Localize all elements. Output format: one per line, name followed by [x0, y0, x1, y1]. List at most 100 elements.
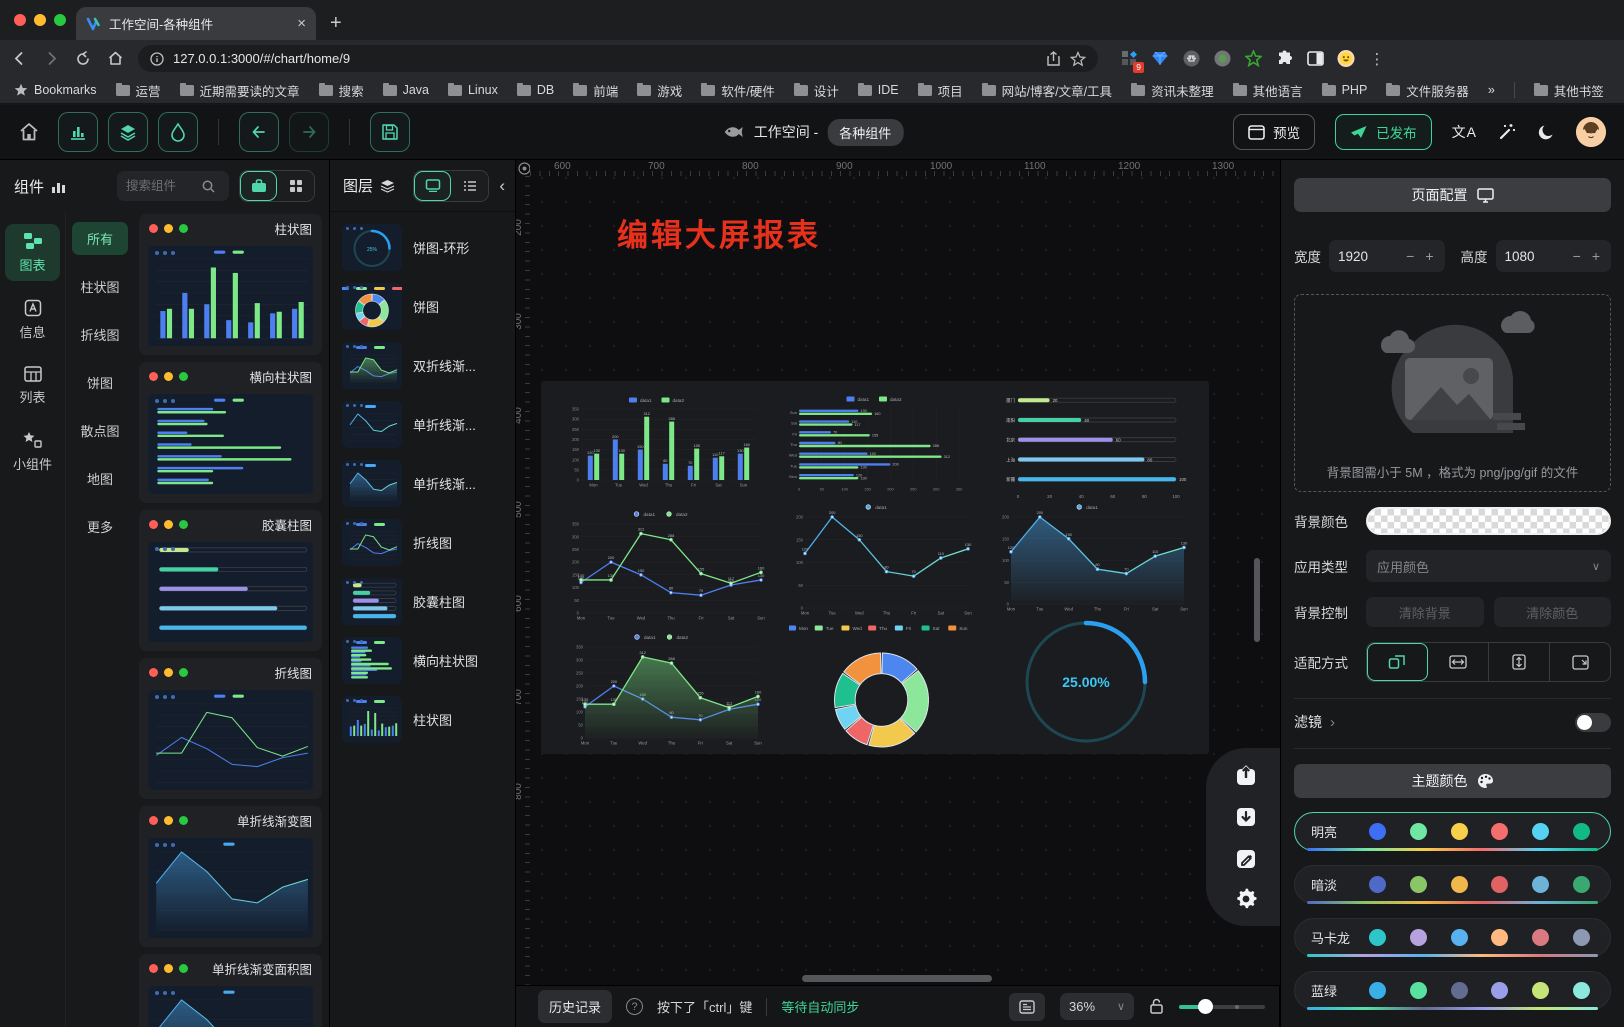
width-stepper[interactable]: 1920 − + — [1329, 240, 1445, 272]
new-tab-button[interactable]: + — [330, 10, 342, 36]
canvas-horizontal-scrollbar[interactable] — [802, 975, 992, 982]
close-window-button[interactable] — [14, 14, 26, 26]
canvas-text-title[interactable]: 编辑大屏报表 — [617, 210, 821, 255]
grid-view-button[interactable] — [277, 171, 314, 201]
sidebar-item-图表[interactable]: 图表 — [5, 224, 60, 281]
category-散点图[interactable]: 散点图 — [72, 414, 128, 447]
browser-tab[interactable]: 工作空间-各种组件 × — [76, 7, 316, 40]
forward-icon[interactable] — [42, 50, 60, 68]
extension-blocks-icon[interactable]: 9 — [1120, 50, 1138, 68]
canvas-chart-胶囊柱图[interactable]: 厦门20南阳40北京60上海80新疆100020406080100 — [993, 391, 1198, 501]
save-button[interactable] — [370, 112, 410, 152]
height-plus-button[interactable]: + — [1590, 248, 1602, 264]
component-card[interactable]: 单折线渐变图 — [139, 806, 322, 947]
sidebar-item-信息[interactable]: 信息 — [5, 291, 60, 348]
bookmark-item[interactable]: 游戏 — [637, 81, 682, 100]
clear-background-button[interactable]: 清除背景 — [1366, 597, 1484, 627]
layer-item[interactable]: 双折线渐... — [342, 342, 505, 389]
canvas-chart-饼图[interactable]: MonTueWedThuFriSatSun — [789, 621, 974, 751]
dashboard-preview[interactable]: data1data2050100150200250300350120200150… — [541, 381, 1209, 754]
history-button[interactable]: 历史记录 — [538, 990, 612, 1023]
filter-toggle[interactable] — [1575, 713, 1611, 732]
project-name-badge[interactable]: 各种组件 — [827, 119, 903, 146]
extension-gem-icon[interactable] — [1151, 50, 1169, 68]
bookmark-item[interactable]: IDE — [858, 81, 899, 100]
magic-wand-icon[interactable] — [1497, 122, 1517, 142]
layer-item[interactable]: 横向柱状图 — [342, 637, 505, 684]
layer-item[interactable]: 单折线渐... — [342, 401, 505, 448]
canvas-vertical-scrollbar[interactable] — [1254, 558, 1260, 642]
layer-item[interactable]: 单折线渐... — [342, 460, 505, 507]
back-icon[interactable] — [10, 50, 28, 68]
width-plus-button[interactable]: + — [1423, 248, 1435, 264]
bookmark-item[interactable]: 搜索 — [319, 81, 364, 100]
canvas-chart-饼图-环形[interactable]: 25.00% — [986, 609, 1186, 751]
layer-item[interactable]: 胶囊柱图 — [342, 578, 505, 625]
browser-menu-icon[interactable]: ⋮ — [1368, 50, 1386, 68]
lock-icon[interactable] — [1149, 998, 1164, 1015]
bookmark-item[interactable]: 文件服务器 — [1386, 81, 1469, 100]
canvas-chart-横向柱状图[interactable]: data1data2050100150200250300350120200150… — [779, 393, 979, 493]
tab-close-icon[interactable]: × — [297, 15, 306, 32]
reload-icon[interactable] — [74, 50, 92, 68]
search-input[interactable] — [126, 179, 196, 193]
minimize-window-button[interactable] — [34, 14, 46, 26]
bookmark-item[interactable]: 软件/硬件 — [701, 81, 774, 100]
layer-item[interactable]: 25%饼图-环形 — [342, 224, 505, 271]
theme-drop-tool-button[interactable] — [158, 112, 198, 152]
component-card[interactable]: 胶囊柱图 — [139, 510, 322, 651]
bookmark-item[interactable]: 项目 — [918, 81, 963, 100]
collapse-panel-icon[interactable]: ‹ — [499, 176, 505, 196]
help-icon[interactable]: ? — [626, 998, 643, 1015]
extension-star-icon[interactable] — [1244, 50, 1262, 68]
site-info-icon[interactable] — [150, 52, 164, 66]
zoom-slider[interactable] — [1179, 1005, 1265, 1009]
maximize-window-button[interactable] — [54, 14, 66, 26]
extension-circle-icon[interactable] — [1213, 50, 1231, 68]
bookmark-item[interactable]: Java — [383, 81, 429, 100]
charts-tool-button[interactable] — [58, 112, 98, 152]
category-地图[interactable]: 地图 — [72, 462, 128, 495]
undo-button[interactable] — [239, 112, 279, 152]
component-search[interactable] — [117, 171, 229, 201]
sidebar-item-列表[interactable]: 列表 — [5, 358, 60, 413]
fit-height-button[interactable] — [1489, 643, 1550, 681]
zoom-select[interactable]: 36%∨ — [1060, 993, 1134, 1020]
component-card[interactable]: 横向柱状图 — [139, 362, 322, 503]
category-折线图[interactable]: 折线图 — [72, 318, 128, 351]
list-view-button[interactable] — [451, 171, 488, 201]
background-color-swatch[interactable] — [1366, 507, 1611, 535]
preview-button[interactable]: 预览 — [1233, 114, 1315, 150]
canvas-chart-单折线渐变面积图[interactable]: data10501001502001202001508070110130MonT… — [989, 499, 1194, 617]
dark-mode-moon-icon[interactable] — [1537, 123, 1556, 142]
bookmark-item[interactable]: 近期需要读的文章 — [180, 81, 300, 100]
fit-scale-button[interactable] — [1367, 643, 1428, 681]
history-panel-icon[interactable] — [1009, 993, 1045, 1021]
sidebar-item-小组件[interactable]: 小组件 — [5, 423, 60, 480]
theme-row-明亮[interactable]: 明亮 — [1294, 812, 1611, 851]
theme-row-马卡龙[interactable]: 马卡龙 — [1294, 918, 1611, 957]
redo-button[interactable] — [289, 112, 329, 152]
bookmarks-root[interactable]: Bookmarks — [14, 83, 97, 97]
bookmark-item[interactable]: DB — [517, 81, 554, 100]
profile-avatar-icon[interactable] — [1337, 50, 1355, 68]
component-card[interactable]: 折线图 — [139, 658, 322, 799]
clear-color-button[interactable]: 清除颜色 — [1494, 597, 1612, 627]
canvas-chart-折线图[interactable]: data1data2050100150200250300350120200150… — [559, 506, 771, 626]
layer-item[interactable]: 折线图 — [342, 519, 505, 566]
edit-icon[interactable] — [1233, 846, 1259, 872]
bookmark-item[interactable]: 资讯未整理 — [1131, 81, 1214, 100]
theme-row-蓝绿[interactable]: 蓝绿 — [1294, 971, 1611, 1010]
component-card[interactable]: 单折线渐变面积图 — [139, 954, 322, 1027]
fit-stretch-button[interactable] — [1550, 643, 1610, 681]
bookmark-item[interactable]: 其他语言 — [1233, 81, 1303, 100]
layer-item[interactable]: 饼图 — [342, 283, 505, 330]
bookmarks-overflow-chevron[interactable]: » — [1488, 83, 1495, 97]
height-minus-button[interactable]: − — [1571, 248, 1583, 264]
category-饼图[interactable]: 饼图 — [72, 366, 128, 399]
extension-command-icon[interactable] — [1182, 50, 1200, 68]
extensions-puzzle-icon[interactable] — [1275, 50, 1293, 68]
canvas-chart-柱状图[interactable]: data1data2050100150200250300350120200150… — [559, 393, 764, 493]
language-switch-icon[interactable]: 文A — [1452, 122, 1477, 142]
width-minus-button[interactable]: − — [1404, 248, 1416, 264]
